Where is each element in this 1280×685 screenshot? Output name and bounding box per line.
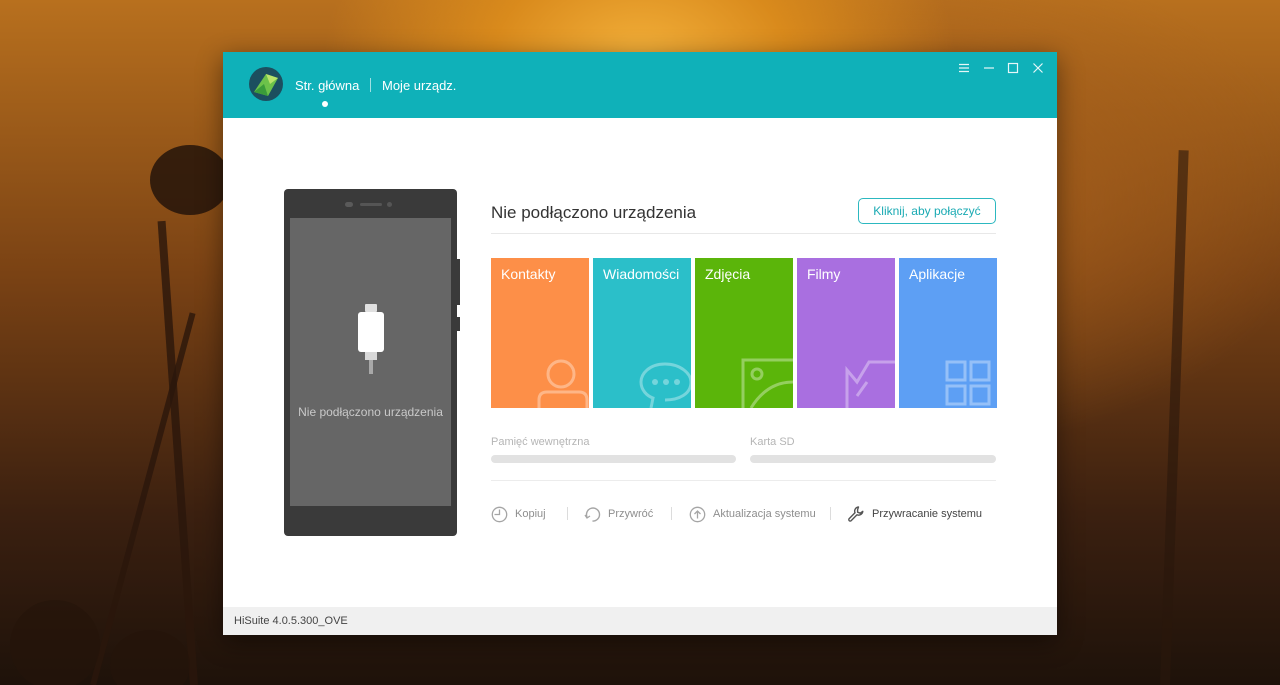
title-bar: Str. główna Moje urządz. bbox=[223, 52, 1057, 118]
background-thistle bbox=[150, 145, 230, 215]
tile-label: Kontakty bbox=[501, 266, 556, 282]
background-plant-stem bbox=[1160, 150, 1189, 685]
background-thistle bbox=[10, 600, 100, 685]
restore-button[interactable]: Przywróć bbox=[584, 504, 653, 524]
backup-icon bbox=[491, 506, 508, 522]
action-separator bbox=[567, 507, 568, 520]
tile-films[interactable]: Filmy bbox=[797, 258, 895, 408]
backup-label: Kopiuj bbox=[515, 508, 546, 520]
tile-label: Filmy bbox=[807, 266, 841, 282]
tile-apps[interactable]: Aplikacje bbox=[899, 258, 997, 408]
film-icon bbox=[845, 360, 895, 408]
maximize-button[interactable] bbox=[1005, 60, 1021, 76]
system-update-label: Aktualizacja systemu bbox=[713, 508, 816, 520]
backup-button[interactable]: Kopiuj bbox=[491, 504, 546, 524]
usb-plug-icon bbox=[358, 304, 384, 374]
photo-icon bbox=[741, 358, 793, 408]
phone-power-button bbox=[457, 317, 460, 331]
sd-card-label: Karta SD bbox=[750, 436, 795, 448]
system-update-button[interactable]: Aktualizacja systemu bbox=[689, 504, 816, 524]
maximize-icon bbox=[1007, 62, 1019, 74]
nav-separator bbox=[370, 78, 371, 92]
restore-label: Przywróć bbox=[608, 508, 654, 520]
tile-photos[interactable]: Zdjęcia bbox=[695, 258, 793, 408]
status-bar: HiSuite 4.0.5.300_OVE bbox=[223, 607, 1057, 635]
wrench-icon bbox=[848, 506, 864, 522]
tile-label: Wiadomości bbox=[603, 266, 680, 282]
nav-my-devices[interactable]: Moje urządz. bbox=[382, 78, 456, 93]
version-label: HiSuite 4.0.5.300_OVE bbox=[234, 615, 348, 627]
background-thistle bbox=[110, 630, 190, 685]
contact-icon bbox=[537, 359, 589, 408]
restore-icon bbox=[584, 506, 601, 522]
hisuite-window: Str. główna Moje urządz. Nie podłączono … bbox=[223, 52, 1057, 635]
background-plant-stem bbox=[157, 220, 198, 685]
minimize-icon bbox=[984, 67, 994, 69]
divider bbox=[491, 480, 996, 481]
close-icon bbox=[1033, 63, 1043, 73]
phone-camera bbox=[387, 202, 392, 207]
tile-label: Zdjęcia bbox=[705, 266, 751, 282]
phone-speaker bbox=[360, 203, 382, 206]
sd-card-bar bbox=[750, 455, 996, 463]
menu-button[interactable] bbox=[956, 60, 972, 76]
phone-volume-button bbox=[457, 259, 460, 305]
connect-button[interactable]: Kliknij, aby połączyć bbox=[858, 198, 996, 224]
nav-active-indicator bbox=[322, 101, 328, 107]
tile-contacts[interactable]: Kontakty bbox=[491, 258, 589, 408]
hamburger-icon bbox=[959, 63, 969, 73]
tile-label: Aplikacje bbox=[909, 266, 966, 282]
system-recovery-button[interactable]: Przywracanie systemu bbox=[847, 504, 982, 524]
divider bbox=[491, 233, 996, 234]
internal-storage-label: Pamięć wewnętrzna bbox=[491, 436, 590, 448]
close-button[interactable] bbox=[1030, 60, 1046, 76]
hisuite-logo-icon bbox=[249, 67, 283, 101]
apps-icon bbox=[945, 360, 991, 406]
internal-storage-bar bbox=[491, 455, 736, 463]
nav-home[interactable]: Str. główna bbox=[295, 78, 359, 93]
system-recovery-label: Przywracanie systemu bbox=[872, 508, 983, 520]
tile-messages[interactable]: Wiadomości bbox=[593, 258, 691, 408]
chat-icon bbox=[639, 362, 691, 408]
phone-sensor bbox=[345, 202, 353, 207]
minimize-button[interactable] bbox=[981, 60, 997, 76]
device-status-title: Nie podłączono urządzenia bbox=[491, 203, 697, 222]
update-icon bbox=[689, 506, 706, 522]
action-separator bbox=[671, 507, 672, 520]
phone-screen: Nie podłączono urządzenia bbox=[290, 218, 451, 506]
phone-illustration: Nie podłączono urządzenia bbox=[284, 189, 460, 536]
phone-screen-message: Nie podłączono urządzenia bbox=[298, 405, 443, 419]
action-separator bbox=[830, 507, 831, 520]
